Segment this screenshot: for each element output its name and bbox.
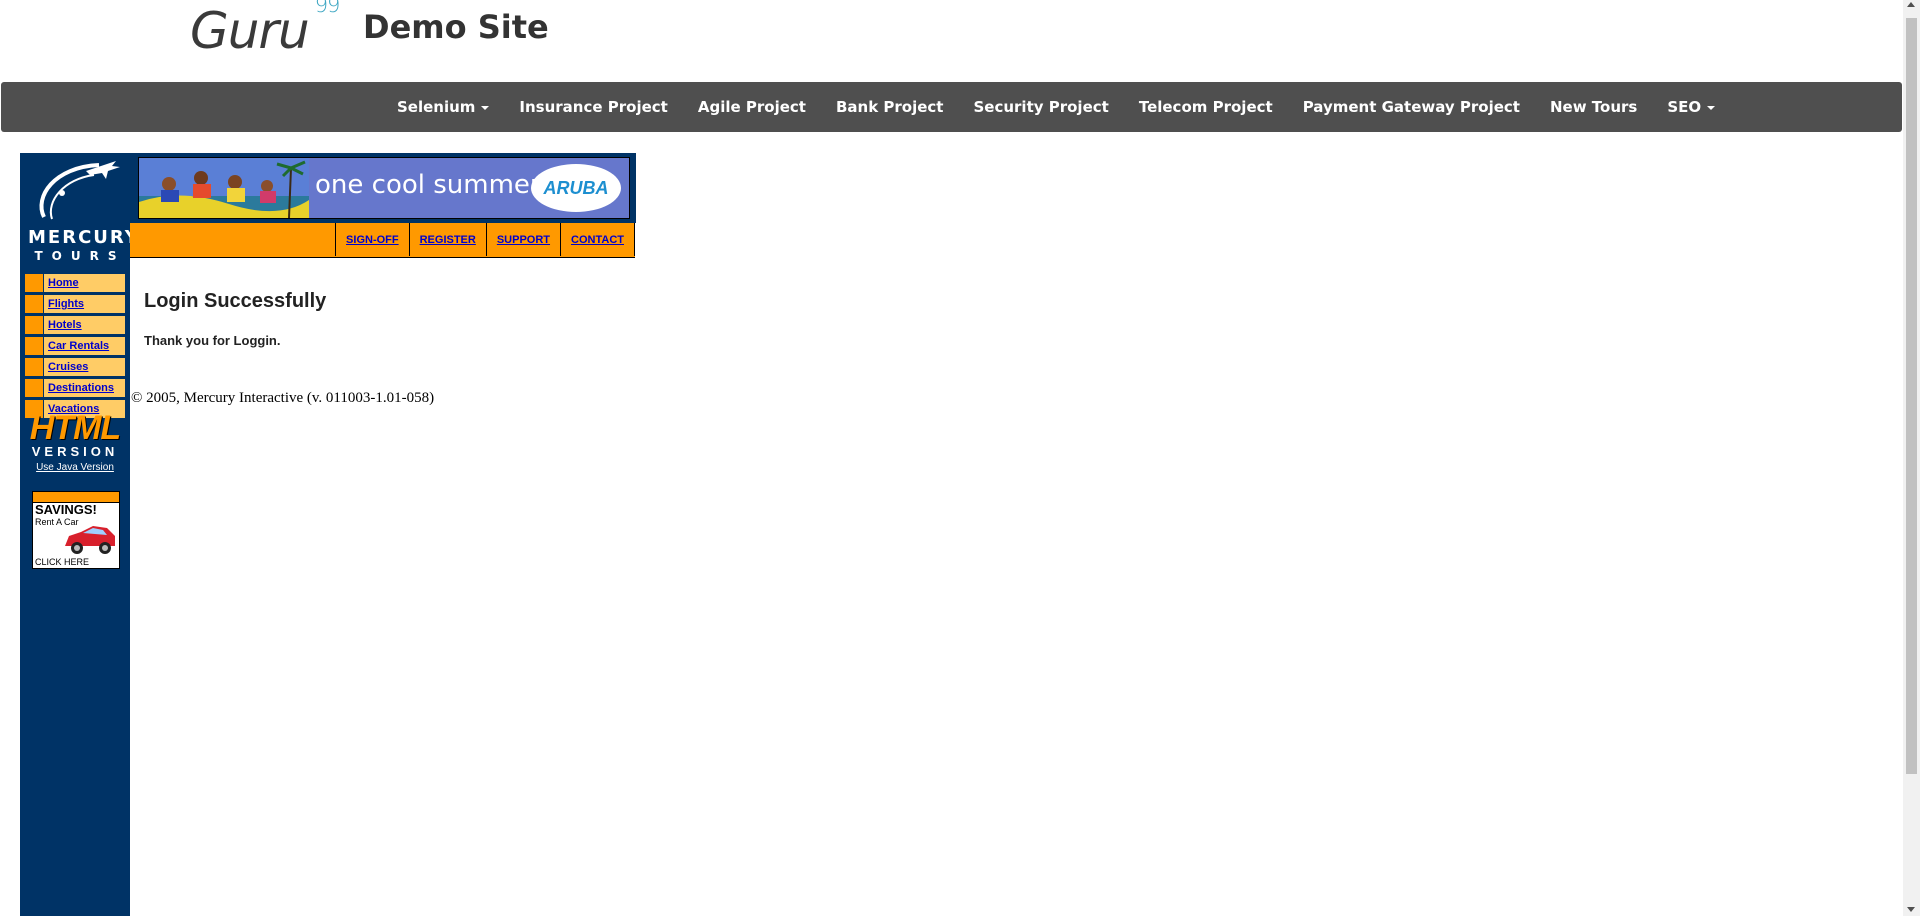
html-version-badge: HTML VERSION Use Java Version (28, 411, 122, 473)
nav-item-selenium[interactable]: Selenium (382, 98, 504, 116)
nav-list: Selenium Insurance Project Agile Project Ba… (382, 82, 1730, 132)
rent-a-car-ad[interactable]: SAVINGS! Rent A Car CLICK HERE (32, 491, 120, 569)
nav-item-new-tours[interactable]: New Tours (1535, 98, 1652, 116)
nav-item-label: SEO (1667, 98, 1702, 116)
banner-text: one cool summer (315, 170, 541, 200)
plane-swoosh-icon (39, 161, 120, 220)
nav-item-label: Agile Project (697, 98, 806, 116)
nav-item-security-project[interactable]: Security Project (958, 98, 1123, 116)
nav-item-telecom-project[interactable]: Telecom Project (1124, 98, 1288, 116)
side-menu-link[interactable]: Cruises (44, 358, 88, 376)
nav-item-seo[interactable]: SEO (1652, 98, 1730, 116)
menu-bullet (25, 379, 44, 397)
nav-item-label: Insurance Project (519, 98, 668, 116)
html-version-text: VERSION (31, 444, 119, 459)
logo-superscript: 99 (314, 0, 341, 18)
banner-area: one cool summer ARUBA (130, 153, 636, 223)
nav-item-bank-project[interactable]: Bank Project (821, 98, 959, 116)
top-links: SIGN-OFF REGISTER SUPPORT CONTACT (335, 223, 635, 257)
mercury-logo-name: MERCURY (28, 227, 140, 248)
ad-cta: CLICK HERE (35, 557, 90, 567)
top-link-sign-off[interactable]: SIGN-OFF (335, 223, 410, 256)
side-menu-link[interactable]: Hotels (44, 316, 82, 334)
vertical-scrollbar[interactable] (1903, 0, 1920, 916)
mercury-tours-logo[interactable]: MERCURY TOURS (24, 157, 138, 267)
top-link-support[interactable]: SUPPORT (485, 223, 562, 256)
mercury-logo-sub: TOURS (34, 249, 126, 263)
html-badge-text: HTML (29, 409, 121, 447)
nav-item-label: Telecom Project (1138, 98, 1273, 116)
nav-item-label: New Tours (1549, 98, 1638, 116)
aruba-logo: ARUBA (531, 164, 621, 212)
guru99-logo[interactable]: Guru 99 (190, 0, 341, 60)
side-menu-item-destinations[interactable]: Destinations (24, 378, 126, 398)
top-link-contact[interactable]: CONTACT (560, 223, 635, 256)
logo-text: Guru (190, 2, 310, 60)
side-menu-item-home[interactable]: Home (24, 273, 126, 293)
copyright-text: © 2005, Mercury Interactive (v. 011003-1… (131, 390, 435, 406)
scrollbar-thumb[interactable] (1906, 18, 1917, 774)
side-menu-item-flights[interactable]: Flights (24, 294, 126, 314)
nav-item-label: Security Project (973, 98, 1109, 116)
main-navbar: Selenium Insurance Project Agile Project Ba… (1, 82, 1902, 132)
caret-down-icon (481, 105, 490, 110)
side-menu-item-car-rentals[interactable]: Car Rentals (24, 336, 126, 356)
beach-photo-icon (139, 158, 309, 218)
ad-title: SAVINGS! (35, 502, 97, 517)
nav-item-payment-gateway-project[interactable]: Payment Gateway Project (1288, 98, 1535, 116)
mercury-sidebar: MERCURY TOURS Home Flights Hotels Car Renta… (20, 153, 138, 916)
caret-down-icon (1707, 105, 1716, 110)
side-menu-link[interactable]: Flights (44, 295, 84, 313)
nav-item-label: Payment Gateway Project (1302, 98, 1520, 116)
scroll-up-arrow-icon[interactable] (1907, 2, 1915, 7)
side-menu-link[interactable]: Home (44, 274, 79, 292)
nav-item-label: Bank Project (835, 98, 944, 116)
menu-bullet (25, 337, 44, 355)
login-message: Thank you for Loggin. (144, 333, 281, 348)
red-car-icon (65, 526, 115, 554)
top-link-register[interactable]: REGISTER (408, 223, 487, 256)
nav-item-agile-project[interactable]: Agile Project (683, 98, 821, 116)
site-header: Guru 99 Demo Site (0, 0, 1900, 82)
side-menu-link[interactable]: Destinations (44, 379, 114, 397)
nav-item-label: Selenium (397, 98, 476, 116)
scroll-down-arrow-icon[interactable] (1907, 907, 1915, 912)
menu-bullet (25, 316, 44, 334)
aruba-logo-text: ARUBA (543, 178, 609, 198)
top-link-bar: SIGN-OFF REGISTER SUPPORT CONTACT (130, 223, 635, 258)
site-title: Demo Site (363, 8, 549, 46)
page-title: Login Successfully (144, 290, 327, 312)
side-menu-link[interactable]: Car Rentals (44, 337, 109, 355)
side-menu-item-cruises[interactable]: Cruises (24, 357, 126, 377)
nav-item-insurance-project[interactable]: Insurance Project (504, 98, 682, 116)
aruba-banner[interactable]: one cool summer ARUBA (138, 157, 630, 219)
menu-bullet (25, 274, 44, 292)
side-menu-item-hotels[interactable]: Hotels (24, 315, 126, 335)
menu-bullet (25, 358, 44, 376)
side-menu: Home Flights Hotels Car Rentals Cruises Desti… (24, 273, 126, 420)
menu-bullet (25, 295, 44, 313)
use-java-version-link[interactable]: Use Java Version (28, 462, 122, 473)
